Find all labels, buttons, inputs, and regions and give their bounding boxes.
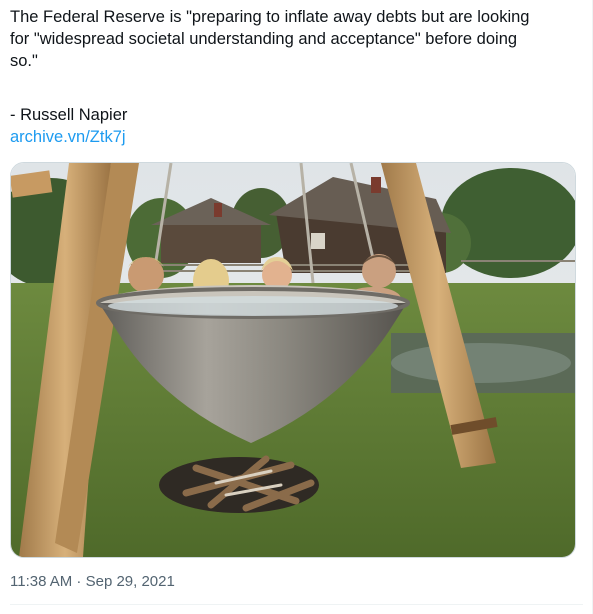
quote-author: - Russell Napier — [10, 106, 128, 124]
tweet-photo[interactable] — [10, 162, 576, 558]
campfire — [159, 455, 319, 513]
tweet-text: The Federal Reserve is "preparing to inf… — [10, 8, 530, 70]
archive-link[interactable]: archive.vn/Ztk7j — [10, 126, 126, 148]
tweet-timestamp[interactable]: 11:38 AM · Sep 29, 2021 — [10, 572, 175, 592]
divider — [10, 604, 583, 605]
hot-tub-photo — [11, 163, 575, 557]
